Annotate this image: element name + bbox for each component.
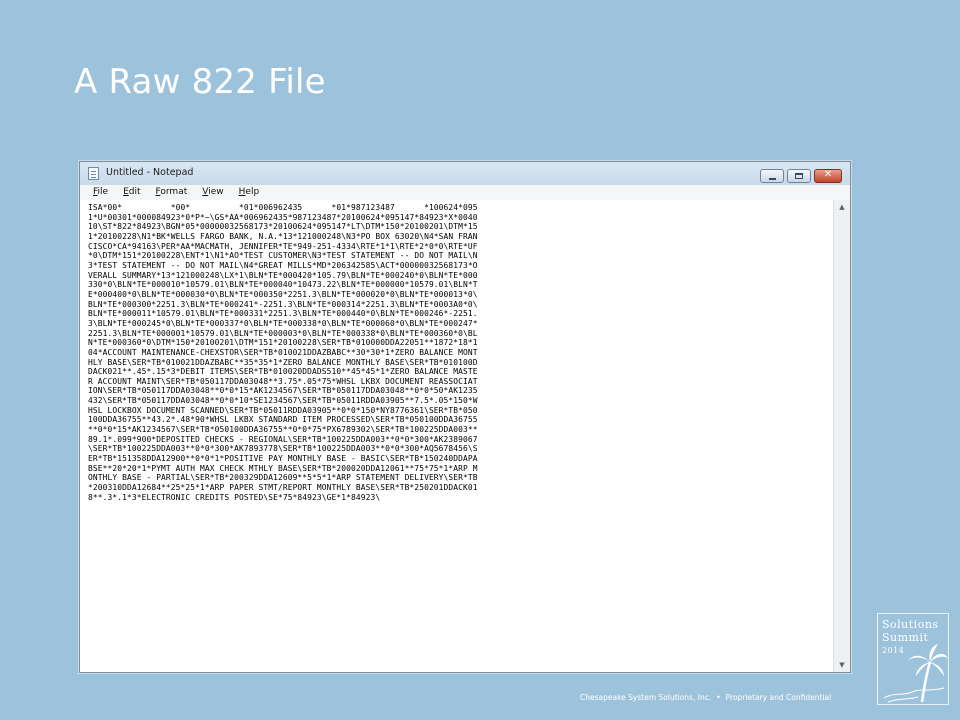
close-button[interactable]: ✕ <box>814 169 842 183</box>
minimize-button[interactable] <box>760 169 784 183</box>
scroll-down-icon[interactable]: ▼ <box>834 658 850 672</box>
menu-file[interactable]: File <box>93 186 108 200</box>
minimize-icon <box>769 178 776 180</box>
maximize-button[interactable] <box>787 169 811 183</box>
menu-format[interactable]: Format <box>156 186 188 200</box>
editor-content[interactable]: ISA*00* *00* *01*006962435 *01*987123487… <box>80 200 834 502</box>
vertical-scrollbar[interactable]: ▲ ▼ <box>833 200 850 672</box>
text-editor[interactable]: ISA*00* *00* *01*006962435 *01*987123487… <box>80 200 834 672</box>
footer-company: Chesapeake System Solutions, Inc. <box>580 693 712 702</box>
palm-tree-icon <box>883 644 948 703</box>
menu-help[interactable]: Help <box>239 186 260 200</box>
notepad-icon[interactable] <box>88 167 99 180</box>
maximize-icon <box>795 173 803 179</box>
notepad-window: Untitled - Notepad ✕ File Edit Format Vi… <box>79 161 851 673</box>
window-controls: ✕ <box>757 169 842 183</box>
menu-bar: File Edit Format View Help <box>80 185 850 201</box>
close-icon: ✕ <box>823 169 833 180</box>
window-title: Untitled - Notepad <box>106 167 194 178</box>
slide-footer: Chesapeake System Solutions, Inc. • Propri… <box>580 693 831 702</box>
slide-title: A Raw 822 File <box>74 62 326 102</box>
scroll-up-icon[interactable]: ▲ <box>834 200 850 214</box>
window-titlebar[interactable]: Untitled - Notepad ✕ <box>80 162 850 186</box>
footer-note: Proprietary and Confidential <box>725 693 832 702</box>
menu-view[interactable]: View <box>202 186 223 200</box>
solutions-summit-logo: Solutions Summit 2014 <box>877 613 949 705</box>
menu-edit[interactable]: Edit <box>123 186 140 200</box>
footer-separator: • <box>716 693 721 702</box>
